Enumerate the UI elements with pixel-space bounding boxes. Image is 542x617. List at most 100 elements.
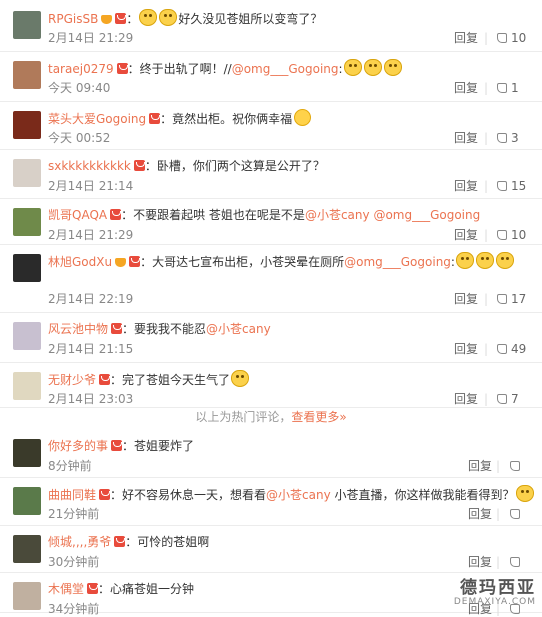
reply-button[interactable]: 回复 (454, 391, 478, 407)
reply-button[interactable]: 回复 (454, 291, 478, 307)
avatar[interactable] (13, 487, 41, 515)
mention-link[interactable]: @小苍cany (266, 488, 331, 502)
vip-badge-icon (99, 489, 111, 500)
avatar[interactable] (13, 254, 41, 282)
comment-text: ：终于出轨了啊！// (127, 62, 232, 76)
thumbs-up-icon (497, 181, 507, 191)
vip-badge-icon (114, 536, 126, 547)
vip-badge-icon (116, 63, 128, 74)
avatar[interactable] (13, 535, 41, 563)
reply-button[interactable]: 回复 (454, 130, 478, 146)
avatar[interactable] (13, 111, 41, 139)
laugh-emoji-icon (294, 109, 312, 126)
reply-button[interactable]: 回复 (454, 341, 478, 357)
reply-button[interactable]: 回复 (454, 30, 478, 46)
action-separator: | (496, 507, 501, 521)
like-button[interactable]: 17 (497, 291, 526, 307)
reply-button[interactable]: 回复 (468, 554, 492, 570)
comment-item: 菜头大爱Gogoing ：竟然出柜。祝你俩幸福 今天 00:52 回复 | 3 (0, 102, 542, 150)
username-link[interactable]: 曲曲同鞋 (48, 488, 96, 502)
avatar[interactable] (13, 372, 41, 400)
like-button[interactable]: 7 (497, 391, 519, 407)
comment-item: 你好多的事 ：苍姐要炸了 8分钟前 回复 | (0, 430, 542, 478)
reply-button[interactable]: 回复 (468, 506, 492, 522)
comment-text: ：大哥达七宣布出柜，小苍哭晕在厕所 (140, 255, 345, 269)
username-link[interactable]: sxkkkkkkkkkk (48, 159, 131, 173)
comment-text: ：竟然出柜。祝你俩幸福 (160, 112, 293, 126)
like-button[interactable]: 10 (497, 30, 526, 46)
avatar[interactable] (13, 439, 41, 467)
like-count: 10 (511, 228, 527, 242)
vip-badge-icon (99, 374, 111, 385)
comment-text: ： (126, 12, 139, 26)
reply-button[interactable]: 回复 (454, 178, 478, 194)
comment-item: 无财少爷 ：完了苍姐今天生气了 2月14日 23:03 回复 | 7 (0, 363, 542, 408)
like-count: 15 (511, 179, 527, 193)
comment-text: : (338, 62, 343, 76)
vip-badge-icon (149, 113, 161, 124)
avatar[interactable] (13, 582, 41, 610)
comment-text-line: taraej0279 ：终于出轨了啊！//@omg___Gogoing: (48, 59, 536, 78)
comment-time: 34分钟前 (48, 602, 100, 616)
like-count: 17 (511, 292, 527, 306)
view-more-link[interactable]: 查看更多» (291, 410, 346, 424)
like-button[interactable]: 3 (497, 130, 519, 146)
avatar[interactable] (13, 208, 41, 236)
mention-link[interactable]: @小苍cany (305, 208, 370, 222)
comment-text-line: 曲曲同鞋 ：好不容易休息一天，想看看@小苍cany 小苍直播，你这样做我能看得到？ (48, 485, 536, 504)
comment-text-line: RPGisSB ： 好久没见苍姐所以变弯了？ (48, 9, 536, 28)
comment-text: ：可怜的苍姐啊 (125, 535, 210, 549)
username-link[interactable]: 倾城,,,,勇爷 (48, 535, 111, 549)
avatar[interactable] (13, 159, 41, 187)
vip-badge-icon (115, 13, 127, 24)
cat-emoji-icon (383, 59, 402, 76)
comment-text: ：要我我不能忍 (122, 322, 207, 336)
username-link[interactable]: 风云池中物 (48, 322, 108, 336)
reply-button[interactable]: 回复 (454, 227, 478, 243)
username-link[interactable]: 无财少爷 (48, 373, 96, 387)
thumbs-up-icon (497, 344, 507, 354)
comment-item: RPGisSB ： 好久没见苍姐所以变弯了？ 2月14日 21:29 回复 | 10 (0, 2, 542, 52)
vip-badge-icon (111, 323, 123, 334)
like-button[interactable] (510, 554, 524, 570)
avatar[interactable] (13, 61, 41, 89)
like-button[interactable] (510, 506, 524, 522)
like-count: 7 (511, 392, 519, 406)
watermark-logo: 德玛西亚 DEMAXIYA.COM (436, 579, 536, 609)
comment-time: 30分钟前 (48, 555, 100, 569)
username-link[interactable]: RPGisSB (48, 12, 98, 26)
divider-text: 以上为热门评论， (195, 410, 292, 424)
username-link[interactable]: 你好多的事 (48, 439, 108, 453)
like-button[interactable]: 1 (497, 80, 519, 96)
thumbs-up-icon (497, 230, 507, 240)
mention-link[interactable]: @omg___Gogoing (232, 62, 339, 76)
username-link[interactable]: 林旭GodXu (48, 255, 112, 269)
like-button[interactable] (510, 458, 524, 474)
comment-text: ：完了苍姐今天生气了 (110, 373, 231, 387)
comment-item: 曲曲同鞋 ：好不容易休息一天，想看看@小苍cany 小苍直播，你这样做我能看得到？… (0, 478, 542, 526)
avatar[interactable] (13, 322, 41, 350)
cat-emoji-icon (495, 252, 514, 269)
cat-emoji-icon (515, 485, 534, 502)
avatar[interactable] (13, 11, 41, 39)
like-button[interactable]: 10 (497, 227, 526, 243)
mention-link[interactable]: @小苍cany (206, 322, 271, 336)
username-link[interactable]: 木偶堂 (48, 582, 84, 596)
comment-text: ：不要跟着起哄 苍姐也在呢是不是 (121, 208, 305, 222)
action-separator: | (496, 555, 501, 569)
reply-button[interactable]: 回复 (468, 458, 492, 474)
comment-time: 2月14日 21:15 (48, 342, 134, 356)
action-separator: | (484, 31, 489, 45)
username-link[interactable]: taraej0279 (48, 62, 114, 76)
comment-time: 今天 00:52 (48, 131, 111, 145)
mention-link[interactable]: @omg___Gogoing (344, 255, 451, 269)
action-separator: | (484, 292, 489, 306)
like-button[interactable]: 15 (497, 178, 526, 194)
mention-link[interactable]: @omg___Gogoing (373, 208, 480, 222)
username-link[interactable]: 凯哥QAQA (48, 208, 107, 222)
action-separator: | (484, 392, 489, 406)
username-link[interactable]: 菜头大爱Gogoing (48, 112, 146, 126)
reply-button[interactable]: 回复 (454, 80, 478, 96)
like-button[interactable]: 49 (497, 341, 526, 357)
comment-text-line: sxkkkkkkkkkk ：卧槽，你们两个这算是公开了？ (48, 157, 536, 175)
